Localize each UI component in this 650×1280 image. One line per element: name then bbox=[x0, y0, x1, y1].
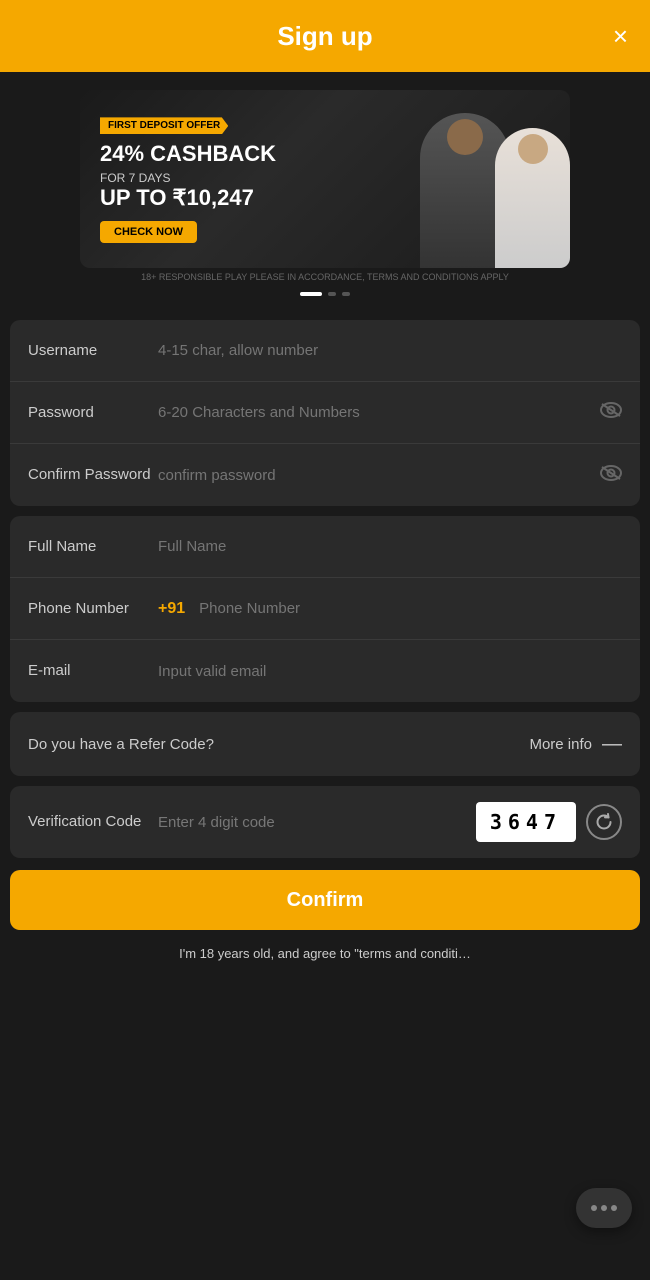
verification-row: Verification Code Enter 4 digit code 364… bbox=[10, 786, 640, 858]
refer-more-info[interactable]: More info — bbox=[529, 733, 622, 756]
phone-prefix[interactable]: +91 bbox=[158, 600, 185, 618]
username-label: Username bbox=[28, 341, 158, 361]
verification-placeholder[interactable]: Enter 4 digit code bbox=[158, 814, 466, 831]
username-row: Username bbox=[10, 320, 640, 382]
refer-more-info-text: More info bbox=[529, 736, 592, 753]
chat-dot-2 bbox=[601, 1205, 607, 1211]
refer-section: Do you have a Refer Code? More info — bbox=[10, 712, 640, 776]
password-input-area[interactable] bbox=[158, 401, 622, 424]
header: Sign up × bbox=[0, 0, 650, 72]
banner-headline: 24% CASHBACK bbox=[100, 142, 360, 166]
password-row: Password bbox=[10, 382, 640, 444]
banner-section: FIRST DEPOSIT OFFER 24% CASHBACK FOR 7 D… bbox=[0, 72, 650, 310]
header-title: Sign up bbox=[277, 21, 372, 52]
fullname-label: Full Name bbox=[28, 537, 158, 557]
close-button[interactable]: × bbox=[613, 23, 628, 49]
email-input[interactable] bbox=[158, 663, 622, 680]
verification-section: Verification Code Enter 4 digit code 364… bbox=[10, 786, 640, 858]
captcha-refresh-icon[interactable] bbox=[586, 804, 622, 840]
password-eye-icon[interactable] bbox=[600, 401, 622, 424]
banner-dots bbox=[300, 292, 350, 296]
username-input-area[interactable] bbox=[158, 342, 622, 359]
phone-label: Phone Number bbox=[28, 599, 158, 619]
banner-sub1: FOR 7 DAYS bbox=[100, 171, 360, 185]
captcha-code: 3647 bbox=[476, 802, 576, 842]
username-input[interactable] bbox=[158, 342, 622, 359]
banner-image bbox=[380, 90, 570, 268]
banner-content: FIRST DEPOSIT OFFER 24% CASHBACK FOR 7 D… bbox=[80, 97, 380, 260]
banner-tag: FIRST DEPOSIT OFFER bbox=[100, 117, 228, 134]
fullname-input-area[interactable] bbox=[158, 538, 622, 555]
email-row: E-mail bbox=[10, 640, 640, 702]
banner-amount: UP TO ₹10,247 bbox=[100, 185, 360, 211]
phone-row: Phone Number +91 bbox=[10, 578, 640, 640]
chat-dot-1 bbox=[591, 1205, 597, 1211]
person-right-silhouette bbox=[495, 128, 570, 268]
password-input[interactable] bbox=[158, 404, 592, 421]
refer-dash-icon: — bbox=[602, 733, 622, 756]
dot-active bbox=[300, 292, 322, 296]
email-label: E-mail bbox=[28, 661, 158, 681]
refer-row[interactable]: Do you have a Refer Code? More info — bbox=[10, 712, 640, 776]
phone-input-area[interactable]: +91 bbox=[158, 600, 622, 618]
chat-bubble[interactable] bbox=[576, 1188, 632, 1228]
banner-disclaimer: 18+ RESPONSIBLE PLAY PLEASE IN ACCORDANC… bbox=[141, 272, 509, 282]
dot-inactive-2 bbox=[342, 292, 350, 296]
footer-text: I'm 18 years old, and agree to "terms an… bbox=[0, 942, 650, 971]
verification-label: Verification Code bbox=[28, 812, 158, 832]
promo-banner[interactable]: FIRST DEPOSIT OFFER 24% CASHBACK FOR 7 D… bbox=[80, 90, 570, 268]
dot-inactive-1 bbox=[328, 292, 336, 296]
confirm-password-label: Confirm Password bbox=[28, 465, 158, 485]
chat-dot-3 bbox=[611, 1205, 617, 1211]
credentials-section: Username Password Confirm Password bbox=[10, 320, 640, 506]
refer-label: Do you have a Refer Code? bbox=[28, 736, 214, 753]
email-input-area[interactable] bbox=[158, 663, 622, 680]
phone-input[interactable] bbox=[199, 600, 622, 617]
banner-check-now-button[interactable]: CHECK NOW bbox=[100, 221, 197, 243]
confirm-password-row: Confirm Password bbox=[10, 444, 640, 506]
password-label: Password bbox=[28, 403, 158, 423]
chat-bubble-dots bbox=[591, 1205, 617, 1211]
confirm-button[interactable]: Confirm bbox=[10, 870, 640, 930]
fullname-row: Full Name bbox=[10, 516, 640, 578]
confirm-password-eye-icon[interactable] bbox=[600, 464, 622, 487]
confirm-password-input[interactable] bbox=[158, 467, 592, 484]
fullname-input[interactable] bbox=[158, 538, 622, 555]
confirm-password-input-area[interactable] bbox=[158, 464, 622, 487]
personal-section: Full Name Phone Number +91 E-mail bbox=[10, 516, 640, 702]
